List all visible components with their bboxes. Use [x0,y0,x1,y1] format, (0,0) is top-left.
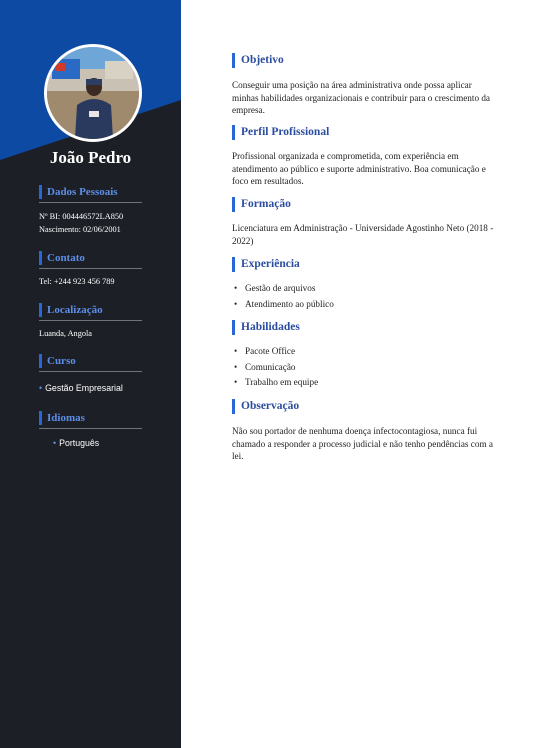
education-text: Licenciatura em Administração - Universi… [232,223,494,246]
profile-text: Profissional organizada e comprometida, … [232,151,486,186]
bullet-icon: • [234,346,238,356]
profile-photo [44,44,142,142]
list-item: • Pacote Office [232,344,318,360]
bullet-icon: • [39,383,43,393]
bullet-icon: • [234,298,238,309]
profile-heading: Perfil Profissional [232,125,329,140]
personal-data-heading: Dados Pessoais [39,185,142,199]
note-heading: Observação [232,399,299,414]
list-item: • Comunicação [232,360,318,376]
location-heading: Localização [39,303,142,317]
id-number: Nº BI: 004446572LA850 [39,212,124,221]
list-item: • Atendimento ao público [232,297,334,313]
education-heading: Formação [232,197,291,212]
experience-list: • Gestão de arquivos • Atendimento ao públ… [232,281,334,312]
experience-heading: Experiência [232,257,300,272]
birth-date: Nascimento: 02/06/2001 [39,225,121,234]
course-list: • Gestão Empresarial [39,382,142,395]
candidate-name: João Pedro [49,148,132,167]
list-item: • Gestão de arquivos [232,281,334,297]
location-section: Localização Luanda, Angola [39,303,142,340]
contact-heading: Contato [39,251,142,265]
phone: Tel: +244 923 456 789 [39,277,115,286]
bullet-icon: • [234,377,238,387]
languages-heading: Idiomas [39,411,142,425]
resume-page: João Pedro Dados Pessoais Nº BI: 0044465… [0,0,534,748]
skills-heading: Habilidades [232,320,300,335]
course-section: Curso • Gestão Empresarial [39,354,142,395]
bullet-icon: • [234,283,238,293]
sidebar: João Pedro Dados Pessoais Nº BI: 0044465… [0,0,181,748]
course-heading: Curso [39,354,142,368]
languages-section: Idiomas • Português [39,411,142,450]
bullet-icon: • [234,361,238,372]
list-item: • Gestão Empresarial [39,383,123,393]
list-item: • Trabalho em equipe [232,375,318,391]
list-item: • Português [53,438,100,448]
note-text: Não sou portador de nenhuma doença infec… [232,426,493,461]
objective-text: Conseguir uma posição na área administra… [232,80,491,115]
objective-heading: Objetivo [232,53,284,68]
location-text: Luanda, Angola [39,329,92,338]
personal-data-section: Dados Pessoais Nº BI: 004446572LA850 Nas… [39,185,142,236]
contact-section: Contato Tel: +244 923 456 789 [39,251,142,288]
languages-list: • Português [39,437,142,450]
skills-list: • Pacote Office • Comunicação • Trabalho em… [232,344,318,391]
bullet-icon: • [53,438,57,448]
